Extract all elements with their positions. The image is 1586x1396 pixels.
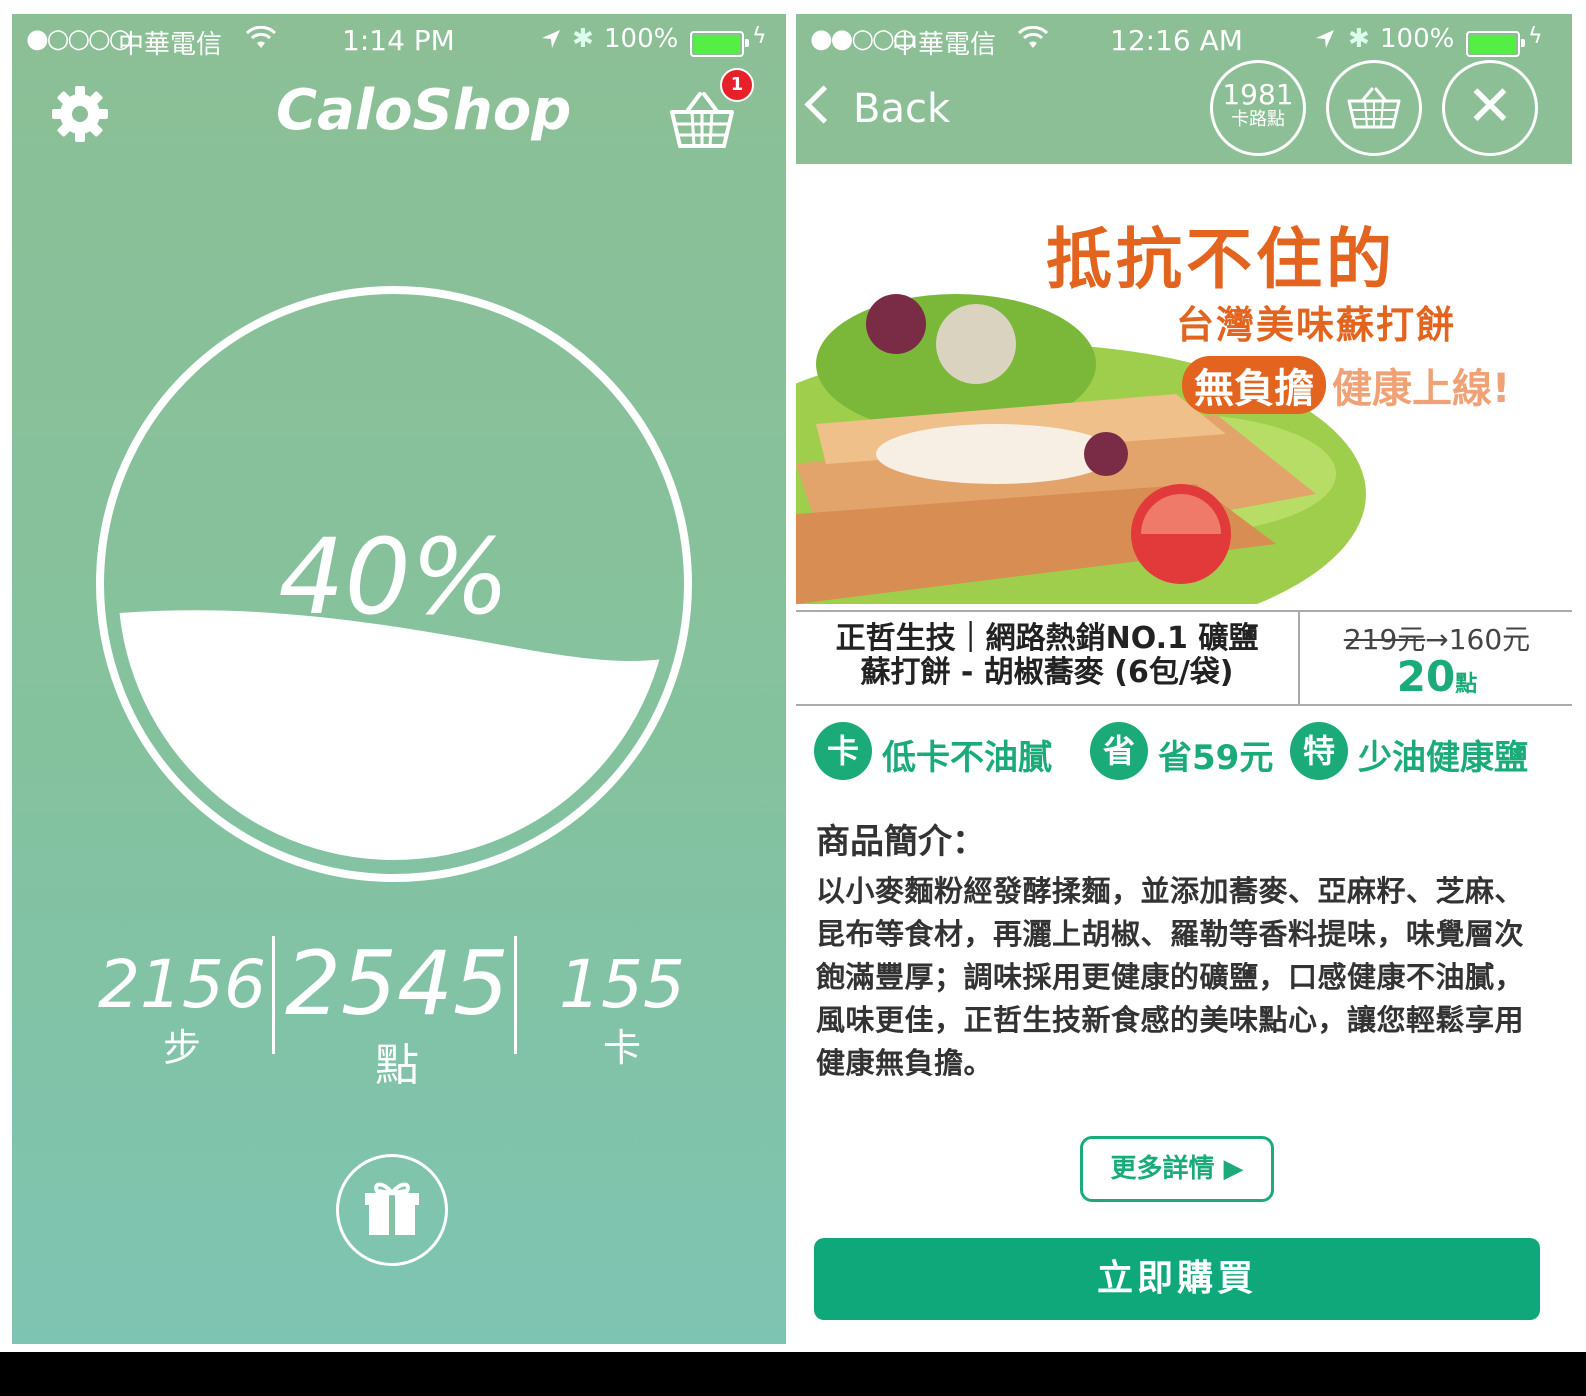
- cart-badge: 1: [720, 68, 754, 102]
- wifi-icon: [246, 26, 276, 48]
- carrier-label: 中華電信: [118, 30, 223, 60]
- product-screen: ●●○○○ 中華電信 12:16 AM ✱ 100% ϟ Back 1981 卡…: [796, 14, 1572, 1344]
- back-button[interactable]: Back: [804, 85, 951, 132]
- bottom-black-bar: [0, 1352, 1586, 1396]
- points-price-value: 20: [1396, 652, 1456, 701]
- product-info: 正哲生技｜網路熱銷NO.1 礦鹽 蘇打餅 - 胡椒蕎麥 (6包/袋) 219元→…: [796, 610, 1572, 706]
- app-logo: CaloShop: [276, 78, 572, 143]
- points-price-unit: 點: [1455, 672, 1478, 697]
- banner-subtitle: 台灣美味蘇打餅: [1176, 303, 1457, 347]
- status-bar: ●●○○○ 中華電信 12:16 AM ✱ 100% ϟ: [796, 14, 1572, 64]
- calories-value: 155: [559, 946, 685, 1023]
- banner-title: 抵抗不住的: [1046, 221, 1396, 298]
- steps-value: 2156: [98, 946, 266, 1023]
- progress-ring: 40%: [94, 284, 694, 884]
- feature-badge: 特: [1290, 722, 1348, 780]
- status-bar: ●○○○○ 中華電信 1:14 PM ✱ 100% ϟ: [12, 14, 786, 64]
- battery-percent: 100%: [1380, 24, 1455, 54]
- stat-points: 2545 點: [282, 932, 512, 1093]
- feature-badge: 省: [1090, 722, 1148, 780]
- stat-steps: 2156 步: [92, 946, 272, 1072]
- intro-heading: 商品簡介：: [816, 822, 986, 862]
- battery-icon: [1466, 31, 1525, 57]
- charging-icon: ϟ: [1528, 24, 1543, 49]
- steps-unit: 步: [162, 1026, 201, 1070]
- progress-percent: 40%: [278, 516, 510, 638]
- feature-list: 卡 低卡不油膩 省 省59元 特 少油健康鹽: [814, 722, 1572, 788]
- chevron-left-icon: [804, 85, 843, 124]
- feature-text: 省59元: [1158, 738, 1274, 778]
- intro-body: 以小麥麵粉經發酵揉麵，並添加蕎麥、亞麻籽、芝麻、昆布等食材，再灑上胡椒、羅勒等香…: [816, 874, 1525, 1080]
- location-icon: [1316, 30, 1334, 48]
- calories-unit: 卡: [602, 1026, 641, 1070]
- bluetooth-icon: ✱: [1348, 24, 1370, 54]
- bluetooth-icon: ✱: [572, 24, 594, 54]
- home-screen: ●○○○○ 中華電信 1:14 PM ✱ 100% ϟ CaloShop 1 4…: [12, 14, 786, 1344]
- points-price: 20點: [1302, 652, 1572, 701]
- product-name-line2: 蘇打餅 - 胡椒蕎麥 (6包/袋): [860, 655, 1234, 690]
- signal-dots: ●○○○○: [26, 24, 131, 54]
- charging-icon: ϟ: [752, 24, 767, 49]
- gift-icon: [365, 1182, 419, 1235]
- stat-divider: [514, 936, 517, 1054]
- points-balance-label: 卡路點: [1231, 109, 1285, 130]
- feature-text: 少油健康鹽: [1358, 738, 1528, 778]
- battery-icon: [690, 31, 749, 57]
- stats-row: 2156 步 2545 點 155 卡: [12, 932, 786, 1102]
- carrier-label: 中華電信: [892, 30, 997, 60]
- basket-icon[interactable]: [668, 90, 736, 150]
- status-time: 12:16 AM: [1110, 24, 1243, 57]
- feature-text: 低卡不油膩: [882, 738, 1052, 778]
- stat-calories: 155 卡: [532, 946, 712, 1072]
- banner-tag-rest: 健康上線!: [1332, 366, 1511, 412]
- gift-button[interactable]: [336, 1154, 448, 1266]
- feature-badge: 卡: [814, 722, 872, 780]
- banner-tagline: 無負擔 健康上線!: [1182, 356, 1510, 414]
- points-value: 2545: [285, 932, 509, 1035]
- banner-tag-pill: 無負擔: [1182, 356, 1326, 414]
- stat-divider: [272, 936, 275, 1054]
- progress-fill: [118, 610, 670, 860]
- close-button[interactable]: ✕: [1442, 60, 1538, 156]
- basket-icon: [1347, 87, 1401, 129]
- product-name-line1: 正哲生技｜網路熱銷NO.1 礦鹽: [835, 621, 1259, 656]
- points-unit: 點: [375, 1040, 419, 1091]
- points-balance: 1981: [1222, 78, 1294, 111]
- points-balance-button[interactable]: 1981 卡路點: [1210, 60, 1306, 156]
- more-details-button[interactable]: 更多詳情 ▶: [1080, 1136, 1274, 1202]
- price-divider: [1298, 612, 1300, 704]
- buy-now-button[interactable]: 立即購買: [814, 1238, 1540, 1320]
- location-icon: [542, 30, 560, 48]
- close-icon: ✕: [1466, 74, 1514, 139]
- status-time: 1:14 PM: [342, 24, 455, 57]
- back-label: Back: [853, 86, 951, 132]
- battery-percent: 100%: [604, 24, 679, 54]
- cart-button[interactable]: [1326, 60, 1422, 156]
- gear-icon[interactable]: [48, 82, 112, 146]
- product-name: 正哲生技｜網路熱銷NO.1 礦鹽 蘇打餅 - 胡椒蕎麥 (6包/袋): [812, 622, 1282, 690]
- wifi-icon: [1018, 26, 1048, 48]
- nav-bar: ●●○○○ 中華電信 12:16 AM ✱ 100% ϟ Back 1981 卡…: [796, 14, 1572, 164]
- product-banner: 抵抗不住的 台灣美味蘇打餅 無負擔 健康上線!: [796, 164, 1572, 610]
